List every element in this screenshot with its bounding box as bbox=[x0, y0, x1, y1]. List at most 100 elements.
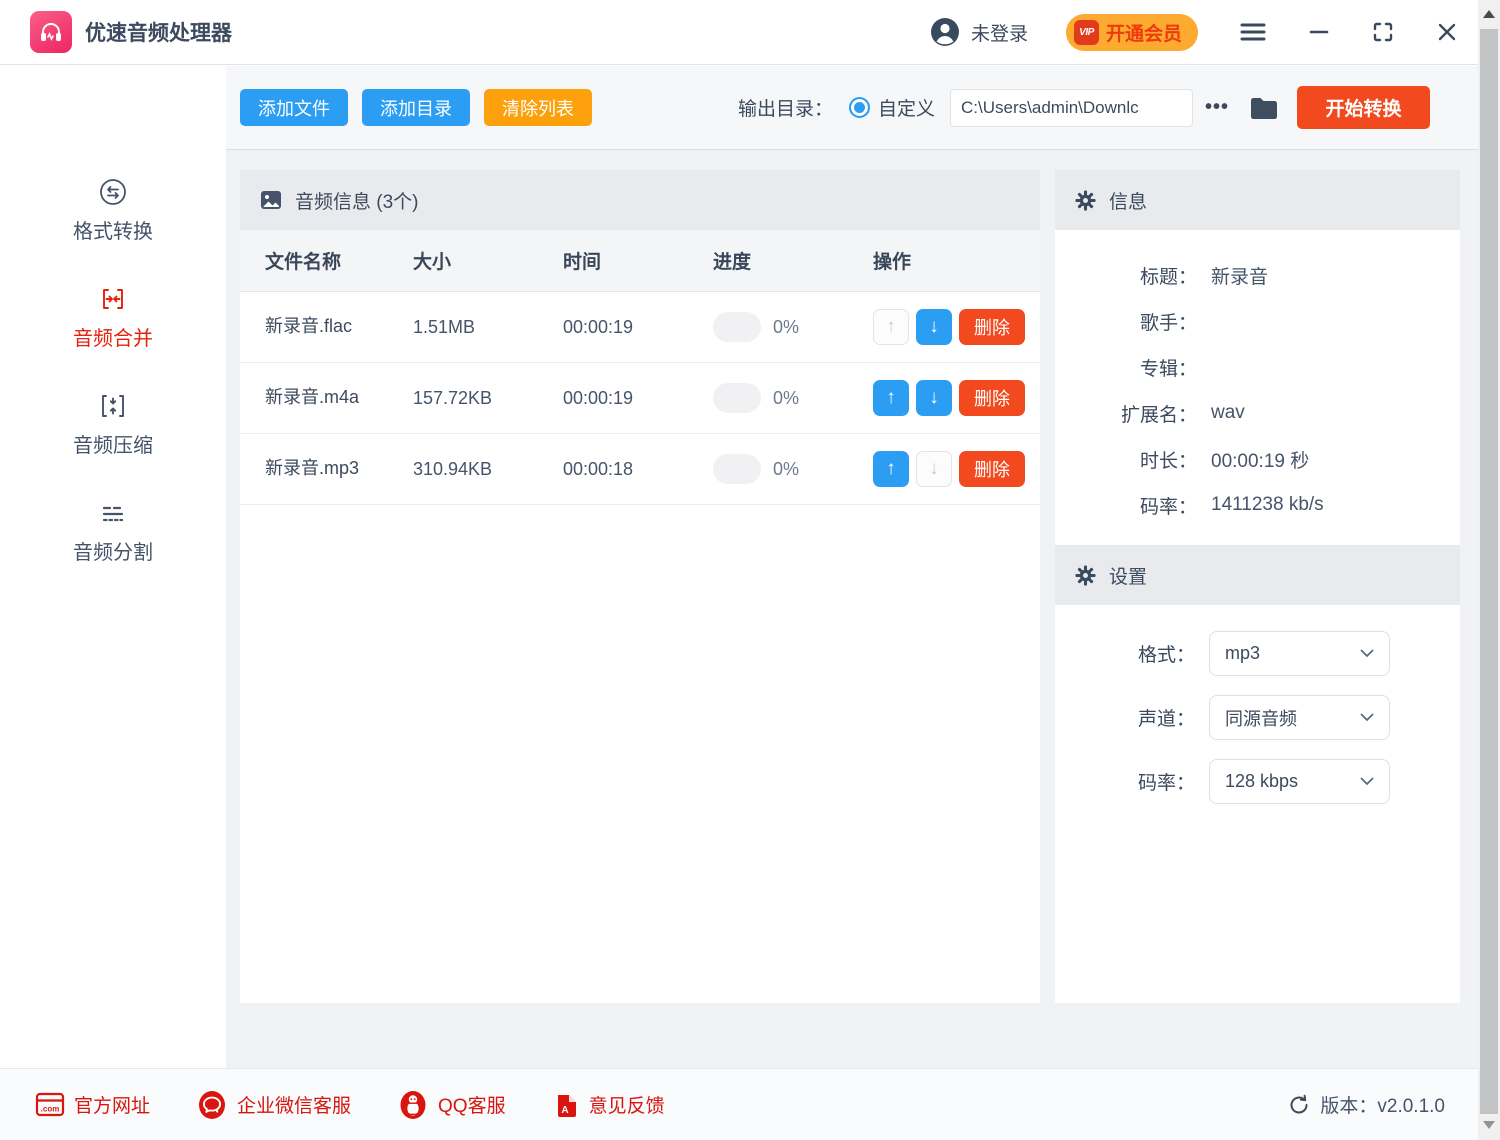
file-duration: 00:00:19 bbox=[563, 388, 713, 409]
format-convert-icon bbox=[97, 176, 129, 208]
qq-support-link[interactable]: QQ客服 bbox=[397, 1089, 506, 1121]
footer-link-label: 官方网址 bbox=[74, 1091, 150, 1118]
bitrate-label: 码率： bbox=[1055, 768, 1195, 795]
info-label: 歌手： bbox=[1055, 308, 1197, 335]
login-area[interactable]: 未登录 bbox=[929, 16, 1028, 48]
main-content: 音频信息 (3个) 文件名称 大小 时间 进度 操作 新录音.flac 1.51… bbox=[226, 150, 1478, 1068]
bitrate-select[interactable]: 128 kbps bbox=[1209, 759, 1390, 804]
scroll-up-arrow-icon[interactable] bbox=[1483, 10, 1495, 18]
settings-body: 格式： mp3 声道： 同源音频 码率： bbox=[1055, 605, 1460, 804]
info-label: 专辑： bbox=[1055, 354, 1197, 381]
minimize-icon[interactable] bbox=[1308, 21, 1330, 43]
progress-bar bbox=[713, 454, 761, 484]
format-label: 格式： bbox=[1055, 640, 1195, 667]
col-progress: 进度 bbox=[713, 247, 873, 274]
info-label: 时长： bbox=[1055, 446, 1197, 473]
progress-bar bbox=[713, 383, 761, 413]
vip-button[interactable]: VIP 开通会员 bbox=[1066, 14, 1198, 51]
feedback-link[interactable]: A 意见反馈 bbox=[552, 1090, 665, 1120]
close-icon[interactable] bbox=[1436, 21, 1458, 43]
add-directory-button[interactable]: 添加目录 bbox=[362, 89, 470, 126]
scrollbar-thumb[interactable] bbox=[1480, 29, 1498, 1114]
browse-more-icon[interactable]: ••• bbox=[1205, 96, 1229, 119]
chevron-down-icon bbox=[1360, 777, 1374, 786]
move-down-button[interactable]: ↓ bbox=[916, 380, 952, 416]
footer: .com 官方网址 企业微信客服 QQ客服 bbox=[0, 1068, 1478, 1140]
channel-select[interactable]: 同源音频 bbox=[1209, 695, 1390, 740]
bitrate-value: 128 kbps bbox=[1225, 771, 1298, 792]
sidebar: 格式转换 音频合并 音频压缩 bbox=[0, 66, 226, 1068]
info-label: 码率： bbox=[1055, 492, 1197, 519]
progress-value: 0% bbox=[773, 317, 799, 338]
headphones-icon bbox=[37, 18, 65, 46]
format-select[interactable]: mp3 bbox=[1209, 631, 1390, 676]
website-icon: .com bbox=[35, 1091, 65, 1118]
format-value: mp3 bbox=[1225, 643, 1260, 664]
file-name: 新录音.mp3 bbox=[265, 446, 377, 492]
wechat-icon bbox=[196, 1089, 228, 1121]
info-label: 标题： bbox=[1055, 262, 1197, 289]
footer-link-label: 企业微信客服 bbox=[237, 1091, 351, 1118]
gear-icon bbox=[1074, 189, 1097, 212]
info-title: 信息 bbox=[1109, 187, 1147, 214]
sidebar-item-label: 格式转换 bbox=[73, 215, 153, 244]
svg-text:A: A bbox=[561, 1105, 568, 1116]
open-folder-icon[interactable] bbox=[1249, 95, 1279, 121]
footer-link-label: 意见反馈 bbox=[589, 1091, 665, 1118]
progress-bar bbox=[713, 312, 761, 342]
file-duration: 00:00:18 bbox=[563, 459, 713, 480]
sidebar-item-format-convert[interactable]: 格式转换 bbox=[73, 176, 153, 244]
gear-icon bbox=[1074, 564, 1097, 587]
maximize-icon[interactable] bbox=[1372, 21, 1394, 43]
wechat-support-link[interactable]: 企业微信客服 bbox=[196, 1089, 351, 1121]
menu-icon[interactable] bbox=[1240, 22, 1266, 42]
toolbar: 添加文件 添加目录 清除列表 输出目录： 自定义 ••• 开始转换 bbox=[226, 66, 1478, 150]
start-convert-button[interactable]: 开始转换 bbox=[1297, 86, 1430, 129]
vip-icon: VIP bbox=[1074, 20, 1099, 45]
file-duration: 00:00:19 bbox=[563, 317, 713, 338]
clear-list-button[interactable]: 清除列表 bbox=[484, 89, 592, 126]
table-header-row: 文件名称 大小 时间 进度 操作 bbox=[240, 230, 1040, 292]
audio-list-title: 音频信息 (3个) bbox=[295, 187, 419, 214]
app-title: 优速音频处理器 bbox=[85, 17, 232, 47]
version-text: 版本：v2.0.1.0 bbox=[1320, 1091, 1445, 1118]
delete-button[interactable]: 删除 bbox=[959, 451, 1025, 487]
output-path-input[interactable] bbox=[950, 89, 1193, 127]
delete-button[interactable]: 删除 bbox=[959, 309, 1025, 345]
sidebar-item-label: 音频合并 bbox=[73, 322, 153, 351]
col-time: 时间 bbox=[563, 247, 713, 274]
file-name: 新录音.flac bbox=[265, 304, 377, 350]
move-up-button[interactable]: ↑ bbox=[873, 380, 909, 416]
sidebar-item-audio-merge[interactable]: 音频合并 bbox=[73, 283, 153, 351]
image-icon bbox=[259, 188, 283, 212]
scrollbar[interactable] bbox=[1478, 0, 1500, 1140]
login-status[interactable]: 未登录 bbox=[971, 19, 1028, 46]
sidebar-item-audio-split[interactable]: 音频分割 bbox=[73, 497, 153, 565]
file-size: 1.51MB bbox=[413, 317, 563, 338]
add-file-button[interactable]: 添加文件 bbox=[240, 89, 348, 126]
info-value: 00:00:19 秒 bbox=[1211, 446, 1309, 473]
refresh-icon[interactable] bbox=[1287, 1093, 1311, 1117]
official-site-link[interactable]: .com 官方网址 bbox=[35, 1091, 150, 1118]
svg-text:.com: .com bbox=[41, 1105, 60, 1114]
progress-value: 0% bbox=[773, 388, 799, 409]
col-size: 大小 bbox=[413, 247, 563, 274]
user-avatar-icon[interactable] bbox=[929, 16, 961, 48]
chevron-down-icon bbox=[1360, 713, 1374, 722]
custom-radio[interactable] bbox=[849, 97, 870, 118]
audio-compress-icon bbox=[97, 390, 129, 422]
info-value: 新录音 bbox=[1211, 262, 1268, 289]
chevron-down-icon bbox=[1360, 649, 1374, 658]
info-label: 扩展名： bbox=[1055, 400, 1197, 427]
delete-button[interactable]: 删除 bbox=[959, 380, 1025, 416]
title-bar: 优速音频处理器 未登录 VIP 开通会员 bbox=[0, 0, 1478, 65]
scroll-down-arrow-icon[interactable] bbox=[1483, 1121, 1495, 1129]
sidebar-item-audio-compress[interactable]: 音频压缩 bbox=[73, 390, 153, 458]
file-name: 新录音.m4a bbox=[265, 375, 377, 421]
settings-title: 设置 bbox=[1109, 562, 1147, 589]
move-down-button[interactable]: ↓ bbox=[916, 309, 952, 345]
file-size: 157.72KB bbox=[413, 388, 563, 409]
move-up-button[interactable]: ↑ bbox=[873, 451, 909, 487]
audio-merge-icon bbox=[97, 283, 129, 315]
info-value: wav bbox=[1211, 402, 1245, 424]
